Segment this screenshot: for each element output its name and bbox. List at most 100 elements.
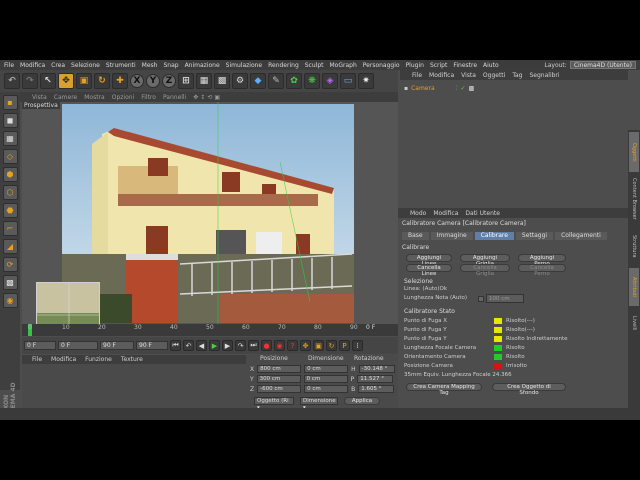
prev-frame-icon[interactable]: ◀ [196,340,207,351]
vp-menu-camere[interactable]: Camere [54,94,77,101]
vp-menu-pannelli[interactable]: Pannelli [163,94,186,101]
polygons-mode-icon[interactable]: ⬣ [2,203,18,218]
mograph-icon[interactable]: ❋ [304,73,320,89]
pos-z-field[interactable]: -600 cm [257,385,302,393]
tab-base[interactable]: Base [402,232,429,240]
tab-content-browser[interactable]: Content Browser [629,174,639,224]
undo-icon[interactable]: ↶ [4,73,20,89]
add-grid-button[interactable]: Aggiungi Griglia [460,254,510,267]
object-mode-icon[interactable]: ◼ [2,113,18,128]
tab-collegamenti[interactable]: Collegamenti [555,232,607,240]
mat-menu-texture[interactable]: Texture [121,356,143,363]
om-menu-tag[interactable]: Tag [512,72,522,79]
x-axis-icon[interactable]: X [130,74,144,88]
tab-immagine[interactable]: Immagine [430,232,473,240]
points-mode-icon[interactable]: ⬢ [2,167,18,182]
pen-icon[interactable]: ✎ [268,73,284,89]
pos-y-field[interactable]: 300 cm [256,375,301,383]
start-frame-field[interactable]: 0 F [24,341,56,350]
vp-menu-filtro[interactable]: Filtro [141,94,156,101]
position-key-icon[interactable]: ✥ [300,340,311,351]
axis-mode-icon[interactable]: ⌐ [2,221,18,236]
next-key-icon[interactable]: ↷ [235,340,246,351]
menu-script[interactable]: Script [430,62,447,69]
at-menu-dati-utente[interactable]: Dati Utente [465,210,500,217]
size-mode-select[interactable]: Dimensione ▾ [300,397,338,411]
add-lines-button[interactable]: Aggiungi Linee [406,254,452,267]
om-menu-oggetti[interactable]: Oggetti [483,72,505,79]
subdivision-icon[interactable]: ✿ [286,73,302,89]
y-axis-icon[interactable]: Y [146,74,160,88]
menu-rendering[interactable]: Rendering [268,62,299,69]
create-mapping-tag-button[interactable]: Crea Camera Mapping Tag [406,383,482,396]
tab-livelli[interactable]: Livelli [629,308,639,338]
snap-icon[interactable]: ⟳ [2,257,18,272]
known-length-field[interactable]: 100 cm [486,294,524,303]
menu-mograph[interactable]: MoGraph [330,62,357,69]
at-menu-modifica[interactable]: Modifica [433,210,458,217]
rot-b-field[interactable]: 1.605 ° [358,385,395,393]
maximize-icon[interactable]: ▣ [214,94,220,101]
mat-menu-file[interactable]: File [32,356,42,363]
add-pin-button[interactable]: Aggiungi Perno [518,254,566,267]
redo-icon[interactable]: ↷ [22,73,38,89]
workplane-icon[interactable]: ◇ [2,149,18,164]
scale-tool-icon[interactable]: ▣ [76,73,92,89]
object-row-camera[interactable]: ▪ Camera ⁚ ✓ ▩ [404,85,474,92]
menu-mesh[interactable]: Mesh [142,62,158,69]
mat-menu-funzione[interactable]: Funzione [85,356,112,363]
mat-menu-modifica[interactable]: Modifica [51,356,76,363]
play-icon[interactable]: ▶ [209,340,220,351]
menu-modifica[interactable]: Modifica [20,62,45,69]
deformer-icon[interactable]: ◈ [322,73,338,89]
menu-strumenti[interactable]: Strumenti [106,62,136,69]
calibrator-tag-icon[interactable]: ▩ [469,85,475,92]
live-selection-icon[interactable]: ↖ [40,73,56,89]
known-length-checkbox[interactable] [478,296,484,302]
coord-system-icon[interactable]: ⊞ [178,73,194,89]
menu-personaggio[interactable]: Personaggio [363,62,400,69]
menu-crea[interactable]: Crea [51,62,65,69]
scale-key-icon[interactable]: ▣ [313,340,324,351]
tweak-mode-icon[interactable]: ◢ [2,239,18,254]
move-tool-icon[interactable]: ✥ [58,73,74,89]
menu-file[interactable]: File [4,62,14,69]
texture-mode-icon[interactable]: ▦ [2,131,18,146]
apply-button[interactable]: Applica [344,397,380,405]
autokey-icon[interactable]: ◉ [274,340,285,351]
create-background-button[interactable]: Crea Oggetto di Sfondo [492,383,566,396]
menu-finestre[interactable]: Finestre [453,62,477,69]
end-frame-field-2[interactable]: 90 F [136,341,168,350]
lock-workplane-icon[interactable]: ▩ [2,275,18,290]
tab-oggetti[interactable]: Oggetti [629,132,639,172]
tab-struttura[interactable]: Struttura [629,226,639,266]
menu-sculpt[interactable]: Sculpt [305,62,324,69]
dim-z-field[interactable]: 0 cm [304,385,349,393]
go-end-icon[interactable]: ⏭ [248,340,259,351]
menu-animazione[interactable]: Animazione [185,62,220,69]
keyframe-selection-icon[interactable]: ? [287,340,298,351]
rotation-key-icon[interactable]: ↻ [326,340,337,351]
om-menu-file[interactable]: File [412,72,422,79]
layout-select[interactable]: Cinema4D (Utente) [569,61,636,69]
pos-x-field[interactable]: 800 cm [257,365,302,373]
menu-selezione[interactable]: Selezione [71,62,100,69]
menu-simulazione[interactable]: Simulazione [226,62,262,69]
rot-h-field[interactable]: -30.148 ° [358,365,395,373]
vp-menu-opzioni[interactable]: Opzioni [112,94,135,101]
object-mode-select[interactable]: Oggetto (Ri ▾ [254,397,294,411]
go-start-icon[interactable]: ⏮ [170,340,181,351]
vp-menu-vista[interactable]: Vista [32,94,47,101]
orbit-icon[interactable]: ⟲ [207,94,212,101]
vp-menu-mostra[interactable]: Mostra [84,94,104,101]
render-view-icon[interactable]: ▦ [196,73,212,89]
delete-lines-button[interactable]: Cancella Linee [406,264,452,277]
scene-icon[interactable]: ▭ [340,73,356,89]
prev-key-icon[interactable]: ↶ [183,340,194,351]
rotate-tool-icon[interactable]: ↻ [94,73,110,89]
z-axis-icon[interactable]: Z [162,74,176,88]
param-key-icon[interactable]: P [339,340,350,351]
light-icon[interactable]: ✷ [358,73,374,89]
dim-x-field[interactable]: 0 cm [304,365,349,373]
menu-plugin[interactable]: Plugin [406,62,424,69]
